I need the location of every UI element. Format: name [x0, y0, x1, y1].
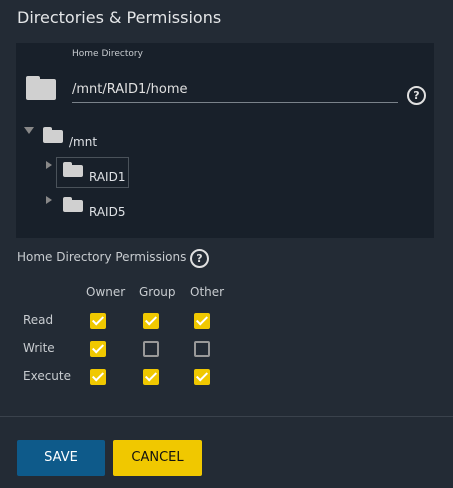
collapse-triangle-icon[interactable]: [24, 127, 34, 134]
row-label-write: Write: [23, 341, 55, 355]
tree-item-label: RAID1: [89, 170, 126, 184]
home-directory-label: Home Directory: [72, 49, 143, 59]
checkbox-write-group[interactable]: [143, 341, 159, 357]
checkbox-execute-group[interactable]: [143, 369, 159, 385]
folder-icon: [43, 127, 63, 143]
divider: [0, 416, 453, 417]
checkbox-read-group[interactable]: [143, 313, 159, 329]
checkbox-write-other[interactable]: [194, 341, 210, 357]
expand-triangle-icon[interactable]: [46, 161, 52, 169]
column-other: Other: [190, 285, 225, 299]
tree-item-mnt[interactable]: /mnt: [69, 135, 97, 149]
page-title: Directories & Permissions: [17, 8, 222, 27]
tree-item-raid5[interactable]: RAID5: [89, 205, 125, 219]
row-label-execute: Execute: [23, 369, 71, 383]
checkbox-execute-other[interactable]: [194, 369, 210, 385]
help-icon[interactable]: ?: [190, 249, 209, 268]
checkbox-read-owner[interactable]: [90, 313, 106, 329]
help-icon[interactable]: ?: [407, 86, 426, 105]
expand-triangle-icon[interactable]: [46, 196, 52, 204]
checkbox-read-other[interactable]: [194, 313, 210, 329]
save-button[interactable]: SAVE: [17, 440, 105, 476]
folder-icon: [63, 197, 83, 212]
checkbox-write-owner[interactable]: [90, 341, 106, 357]
folder-icon: [63, 162, 83, 177]
row-label-read: Read: [23, 313, 54, 327]
column-owner: Owner: [86, 285, 126, 299]
home-directory-input[interactable]: /mnt/RAID1/home: [72, 82, 398, 103]
checkbox-execute-owner[interactable]: [90, 369, 106, 385]
permissions-label: Home Directory Permissions: [17, 250, 187, 264]
column-group: Group: [139, 285, 176, 299]
cancel-button[interactable]: CANCEL: [113, 440, 202, 476]
folder-icon: [26, 76, 56, 100]
